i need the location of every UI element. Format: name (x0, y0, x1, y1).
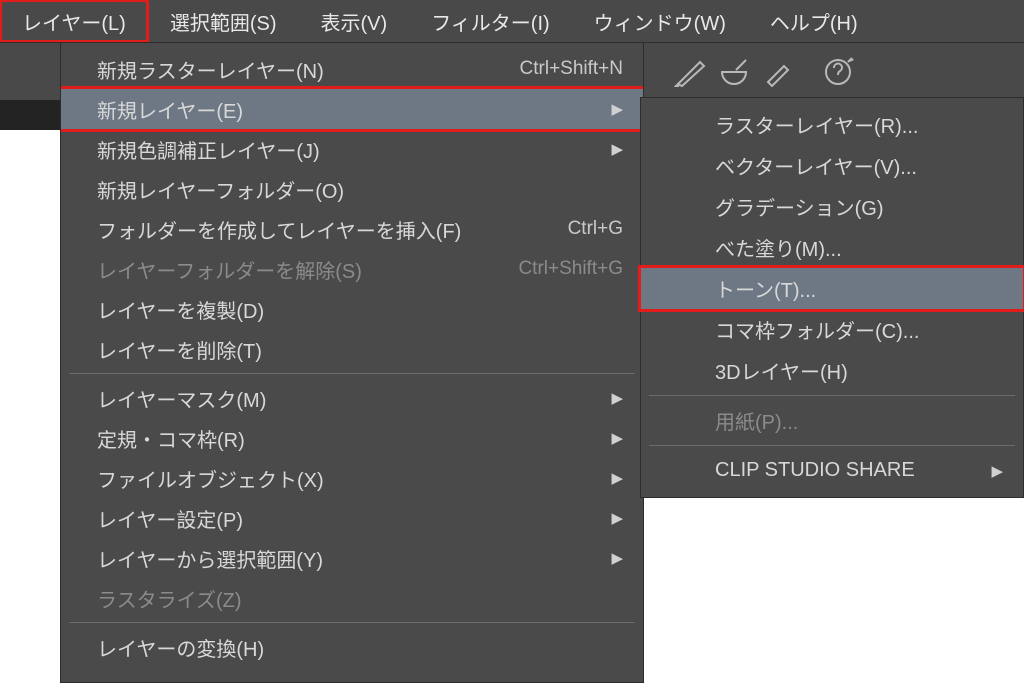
submenu-item-label: べた塗り(M)... (715, 233, 842, 262)
menu-item-label: ラスタライズ(Z) (97, 584, 242, 613)
menu-item-9[interactable]: レイヤーマスク(M) ▶ (67, 378, 637, 418)
brush2-icon[interactable] (758, 52, 798, 92)
chevron-right-icon: ▶ (611, 549, 623, 567)
menu-item-label: ファイルオブジェクト(X) (97, 464, 324, 493)
menubar-item-1[interactable]: 選択範囲(S) (148, 0, 299, 42)
menu-item-12[interactable]: レイヤー設定(P) ▶ (67, 498, 637, 538)
menu-item-5: レイヤーフォルダーを解除(S) Ctrl+Shift+G (67, 249, 637, 289)
submenu-item-3[interactable]: べた塗り(M)... (647, 227, 1017, 268)
menu-item-7[interactable]: レイヤーを削除(T) (67, 329, 637, 369)
menu-separator (69, 373, 635, 374)
layer-menu-dropdown: 新規ラスターレイヤー(N)Ctrl+Shift+N新規レイヤー(E)▶新規色調補… (60, 42, 644, 683)
menubar-item-2[interactable]: 表示(V) (299, 0, 410, 42)
help-icon[interactable] (818, 52, 858, 92)
menu-item-3[interactable]: 新規レイヤーフォルダー(O) (67, 169, 637, 209)
menu-item-6[interactable]: レイヤーを複製(D) (67, 289, 637, 329)
submenu-item-10[interactable]: CLIP STUDIO SHARE ▶ (647, 450, 1017, 491)
chevron-right-icon: ▶ (611, 140, 623, 158)
submenu-item-label: グラデーション(G) (715, 192, 883, 221)
submenu-item-8: 用紙(P)... (647, 400, 1017, 441)
menu-item-shortcut: Ctrl+Shift+G (518, 258, 623, 280)
new-layer-submenu: ラスターレイヤー(R)... ベクターレイヤー(V)... グラデーション(G) べた… (640, 97, 1024, 498)
menu-item-label: 新規レイヤー(E) (97, 95, 243, 124)
menu-item-11[interactable]: ファイルオブジェクト(X) ▶ (67, 458, 637, 498)
menu-item-0[interactable]: 新規ラスターレイヤー(N) Ctrl+Shift+N (67, 49, 637, 89)
menu-separator (649, 445, 1015, 446)
submenu-item-label: 3Dレイヤー(H) (715, 356, 848, 385)
menubar: レイヤー(L)選択範囲(S)表示(V)フィルター(I)ウィンドウ(W)ヘルプ(H… (0, 0, 1024, 42)
menu-item-label: フォルダーを作成してレイヤーを挿入(F) (97, 215, 461, 244)
menu-item-label: レイヤーを複製(D) (97, 295, 264, 324)
menu-item-shortcut: Ctrl+G (568, 218, 623, 240)
chevron-right-icon: ▶ (611, 509, 623, 527)
submenu-item-0[interactable]: ラスターレイヤー(R)... (647, 104, 1017, 145)
submenu-item-5[interactable]: コマ枠フォルダー(C)... (647, 309, 1017, 350)
menu-item-label: 新規レイヤーフォルダー(O) (97, 175, 344, 204)
submenu-item-label: トーン(T)... (715, 274, 816, 303)
menu-item-label: レイヤーマスク(M) (97, 384, 266, 413)
menu-item-4[interactable]: フォルダーを作成してレイヤーを挿入(F) Ctrl+G (67, 209, 637, 249)
menu-item-label: レイヤーを削除(T) (97, 335, 262, 364)
submenu-item-4[interactable]: トーン(T)... (641, 268, 1023, 309)
menu-separator (649, 395, 1015, 396)
menu-item-1[interactable]: 新規レイヤー(E) ▶ (61, 89, 643, 129)
submenu-item-label: 用紙(P)... (715, 406, 798, 435)
menu-item-label: 新規ラスターレイヤー(N) (97, 55, 324, 84)
menu-item-10[interactable]: 定規・コマ枠(R) ▶ (67, 418, 637, 458)
menu-item-13[interactable]: レイヤーから選択範囲(Y) ▶ (67, 538, 637, 578)
menu-separator (69, 622, 635, 623)
submenu-item-label: ラスターレイヤー(R)... (715, 110, 918, 139)
chevron-right-icon: ▶ (611, 469, 623, 487)
submenu-item-label: CLIP STUDIO SHARE (715, 459, 915, 482)
brush-icon[interactable] (670, 52, 710, 92)
mortar-icon[interactable] (714, 52, 754, 92)
menubar-item-3[interactable]: フィルター(I) (409, 0, 571, 42)
menubar-item-0[interactable]: レイヤー(L) (0, 0, 148, 42)
chevron-right-icon: ▶ (611, 429, 623, 447)
menu-item-16[interactable]: レイヤーの変換(H) (67, 627, 637, 667)
submenu-item-label: コマ枠フォルダー(C)... (715, 315, 919, 344)
submenu-item-1[interactable]: ベクターレイヤー(V)... (647, 145, 1017, 186)
submenu-item-2[interactable]: グラデーション(G) (647, 186, 1017, 227)
chevron-right-icon: ▶ (611, 389, 623, 407)
menubar-item-5[interactable]: ヘルプ(H) (748, 0, 880, 42)
submenu-item-6[interactable]: 3Dレイヤー(H) (647, 350, 1017, 391)
menu-item-label: 定規・コマ枠(R) (97, 424, 245, 453)
menubar-item-4[interactable]: ウィンドウ(W) (572, 0, 748, 42)
chevron-right-icon: ▶ (991, 462, 1003, 480)
menu-item-label: レイヤーから選択範囲(Y) (97, 544, 323, 573)
menu-item-label: レイヤーの変換(H) (97, 633, 264, 662)
menu-item-2[interactable]: 新規色調補正レイヤー(J) ▶ (67, 129, 637, 169)
submenu-item-label: ベクターレイヤー(V)... (715, 151, 917, 180)
menu-item-label: レイヤー設定(P) (97, 504, 243, 533)
menu-item-14: ラスタライズ(Z) (67, 578, 637, 618)
menu-item-label: レイヤーフォルダーを解除(S) (97, 255, 362, 284)
menu-item-label: 新規色調補正レイヤー(J) (97, 135, 320, 164)
menu-item-shortcut: Ctrl+Shift+N (520, 58, 623, 80)
chevron-right-icon: ▶ (611, 100, 623, 118)
